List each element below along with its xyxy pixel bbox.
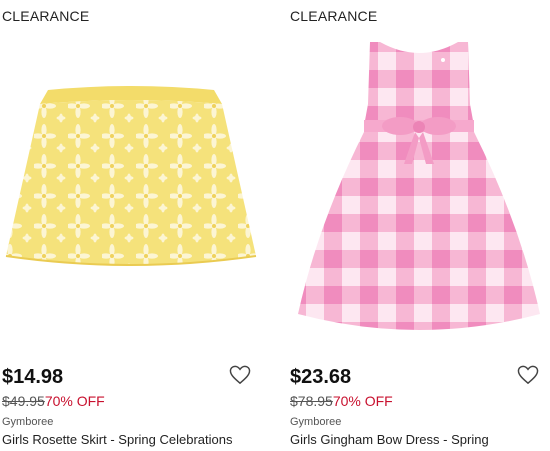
price-details: $49.9570% OFF <box>2 393 105 409</box>
sale-price: $23.68 <box>290 366 352 388</box>
product-image-skirt[interactable] <box>0 34 262 352</box>
price-details: $78.9570% OFF <box>290 393 393 409</box>
clearance-badge: CLEARANCE <box>2 8 90 24</box>
original-price: $78.95 <box>290 393 333 409</box>
product-card[interactable]: CLEARANCE $14.98 $49.9570% OFF Gymboree … <box>0 0 265 451</box>
product-name-link[interactable]: Girls Gingham Bow Dress - Spring <box>290 432 489 447</box>
product-name-link[interactable]: Girls Rosette Skirt - Spring Celebration… <box>2 432 232 447</box>
discount-label: 70% OFF <box>332 393 393 409</box>
brand-name: Gymboree <box>2 416 54 428</box>
favorite-heart-icon[interactable] <box>517 365 539 385</box>
product-card[interactable]: CLEARANCE $23.68 $78.9570% OFF Gymboree … <box>288 0 550 451</box>
favorite-heart-icon[interactable] <box>229 365 251 385</box>
discount-label: 70% OFF <box>44 393 105 409</box>
product-image-dress[interactable] <box>288 34 550 352</box>
original-price: $49.95 <box>2 393 45 409</box>
brand-name: Gymboree <box>290 416 342 428</box>
sale-price: $14.98 <box>2 366 64 388</box>
clearance-badge: CLEARANCE <box>290 8 378 24</box>
